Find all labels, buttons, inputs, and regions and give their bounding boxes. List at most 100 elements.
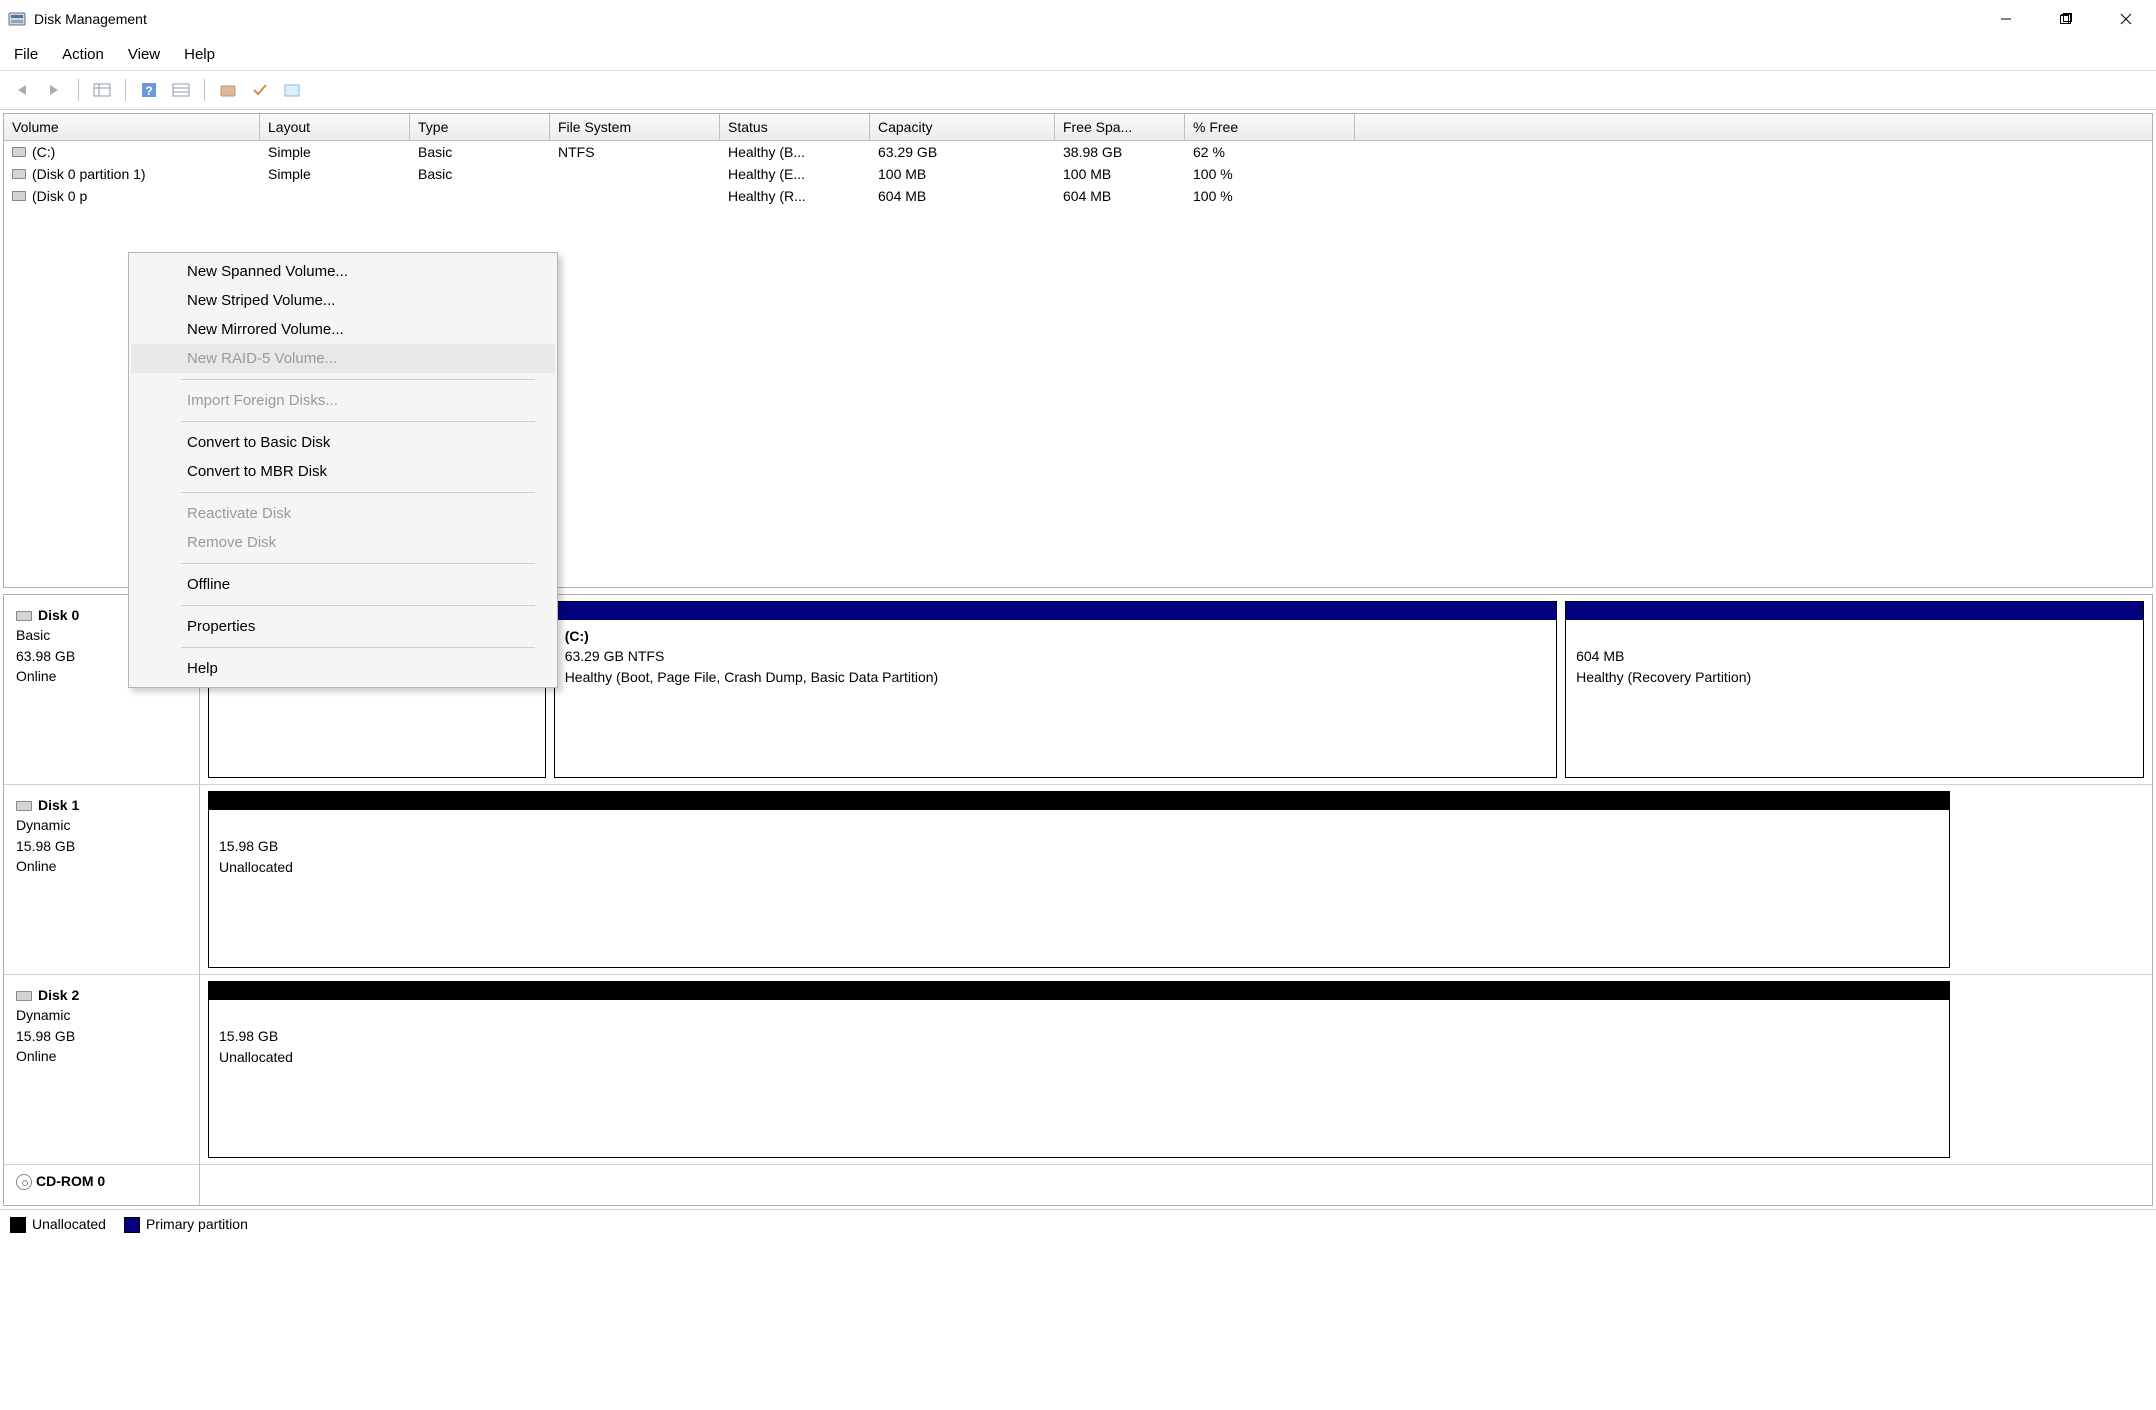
ctx-convert-to-mbr[interactable]: Convert to MBR Disk — [131, 457, 555, 486]
titlebar: Disk Management — [0, 0, 2156, 38]
partition-box[interactable]: 15.98 GB Unallocated — [208, 981, 1950, 1158]
volume-icon — [12, 169, 26, 179]
partition-box[interactable]: 15.98 GB Unallocated — [208, 791, 1950, 968]
volume-pct: 62 % — [1185, 141, 1355, 163]
refresh-view-icon[interactable] — [89, 77, 115, 103]
column-header-pctfree[interactable]: % Free — [1185, 114, 1355, 140]
volume-layout: Simple — [260, 163, 410, 185]
menubar: File Action View Help — [0, 38, 2156, 70]
volume-row[interactable]: (C:) Simple Basic NTFS Healthy (B... 63.… — [4, 141, 2152, 163]
ctx-offline[interactable]: Offline — [131, 570, 555, 599]
disk-type: Dynamic — [16, 1005, 187, 1025]
volume-layout: Simple — [260, 141, 410, 163]
toolbar-separator — [78, 79, 79, 101]
close-button[interactable] — [2096, 0, 2156, 38]
toolbar-separator — [204, 79, 205, 101]
disk-partitions: 15.98 GB Unallocated — [200, 975, 2152, 1164]
legend-label: Primary partition — [146, 1216, 248, 1232]
volume-type: Basic — [410, 163, 550, 185]
partition-title: (C:) — [565, 626, 1546, 646]
ctx-separator — [181, 563, 535, 564]
legend-item-unallocated: Unallocated — [10, 1216, 106, 1233]
disk-name: Disk 1 — [38, 797, 79, 813]
disk-label[interactable]: Disk 1 Dynamic 15.98 GB Online — [4, 785, 200, 974]
volume-name: (C:) — [32, 144, 55, 160]
disk-partitions: 15.98 GB Unallocated — [200, 785, 2152, 974]
ctx-separator — [181, 379, 535, 380]
volume-fs — [550, 163, 720, 185]
volume-capacity: 63.29 GB — [870, 141, 1055, 163]
partition-color-bar — [209, 792, 1949, 810]
partition-line2: Healthy (Recovery Partition) — [1576, 667, 2133, 687]
column-header-volume[interactable]: Volume — [4, 114, 260, 140]
partition-line2: Unallocated — [219, 857, 1939, 877]
column-header-status[interactable]: Status — [720, 114, 870, 140]
legend-swatch-unallocated — [10, 1217, 26, 1233]
commit-icon[interactable] — [247, 77, 273, 103]
volume-status: Healthy (B... — [720, 141, 870, 163]
context-menu: New Spanned Volume... New Striped Volume… — [128, 252, 558, 688]
disk-row: Disk 1 Dynamic 15.98 GB Online 15.98 GB … — [4, 785, 2152, 975]
disk-row: Disk 2 Dynamic 15.98 GB Online 15.98 GB … — [4, 975, 2152, 1165]
volume-icon — [12, 147, 26, 157]
disk-state: Online — [16, 1046, 187, 1066]
ctx-remove-disk: Remove Disk — [131, 528, 555, 557]
disk-name: Disk 0 — [38, 607, 79, 623]
ctx-convert-to-basic[interactable]: Convert to Basic Disk — [131, 428, 555, 457]
partition-color-bar — [1566, 602, 2143, 620]
window-title: Disk Management — [34, 11, 147, 27]
disk-size: 15.98 GB — [16, 1026, 187, 1046]
forward-button[interactable] — [42, 77, 68, 103]
disk-label[interactable]: CD-ROM 0 — [4, 1165, 200, 1205]
volume-type — [410, 185, 550, 207]
ctx-new-mirrored-volume[interactable]: New Mirrored Volume... — [131, 315, 555, 344]
volume-capacity: 604 MB — [870, 185, 1055, 207]
ctx-new-striped-volume[interactable]: New Striped Volume... — [131, 286, 555, 315]
disk-label[interactable]: Disk 2 Dynamic 15.98 GB Online — [4, 975, 200, 1164]
partition-line1: 15.98 GB — [219, 1026, 1939, 1046]
volume-row[interactable]: (Disk 0 p Healthy (R... 604 MB 604 MB 10… — [4, 185, 2152, 207]
legend-label: Unallocated — [32, 1216, 106, 1232]
volume-capacity: 100 MB — [870, 163, 1055, 185]
new-window-icon[interactable] — [279, 77, 305, 103]
menu-help[interactable]: Help — [184, 46, 215, 63]
column-header-capacity[interactable]: Capacity — [870, 114, 1055, 140]
volume-icon — [12, 191, 26, 201]
maximize-button[interactable] — [2036, 0, 2096, 38]
partition-box[interactable]: (C:) 63.29 GB NTFS Healthy (Boot, Page F… — [554, 601, 1557, 778]
legend-bar: Unallocated Primary partition — [0, 1209, 2156, 1239]
legend-item-primary: Primary partition — [124, 1216, 248, 1233]
partition-line2: Unallocated — [219, 1047, 1939, 1067]
help-icon[interactable]: ? — [136, 77, 162, 103]
back-button[interactable] — [10, 77, 36, 103]
volume-free: 100 MB — [1055, 163, 1185, 185]
ctx-help[interactable]: Help — [131, 654, 555, 683]
column-header-filesystem[interactable]: File System — [550, 114, 720, 140]
volume-free: 604 MB — [1055, 185, 1185, 207]
settings-list-icon[interactable] — [168, 77, 194, 103]
column-header-free[interactable]: Free Spa... — [1055, 114, 1185, 140]
legend-swatch-primary — [124, 1217, 140, 1233]
ctx-separator — [181, 492, 535, 493]
disk-type: Dynamic — [16, 815, 187, 835]
volume-status: Healthy (R... — [720, 185, 870, 207]
ctx-separator — [181, 421, 535, 422]
menu-view[interactable]: View — [128, 46, 160, 63]
column-header-layout[interactable]: Layout — [260, 114, 410, 140]
minimize-button[interactable] — [1976, 0, 2036, 38]
ctx-properties[interactable]: Properties — [131, 612, 555, 641]
partition-line2: Healthy (Boot, Page File, Crash Dump, Ba… — [565, 667, 1546, 687]
manage-disk-icon[interactable] — [215, 77, 241, 103]
ctx-new-spanned-volume[interactable]: New Spanned Volume... — [131, 257, 555, 286]
ctx-separator — [181, 605, 535, 606]
disk-state: Online — [16, 856, 187, 876]
volume-fs — [550, 185, 720, 207]
volume-row[interactable]: (Disk 0 partition 1) Simple Basic Health… — [4, 163, 2152, 185]
menu-file[interactable]: File — [14, 46, 38, 63]
partition-line1: 15.98 GB — [219, 836, 1939, 856]
menu-action[interactable]: Action — [62, 46, 104, 63]
volume-name: (Disk 0 p — [32, 188, 87, 204]
column-header-spacer — [1355, 114, 2152, 140]
partition-box[interactable]: 604 MB Healthy (Recovery Partition) — [1565, 601, 2144, 778]
column-header-type[interactable]: Type — [410, 114, 550, 140]
